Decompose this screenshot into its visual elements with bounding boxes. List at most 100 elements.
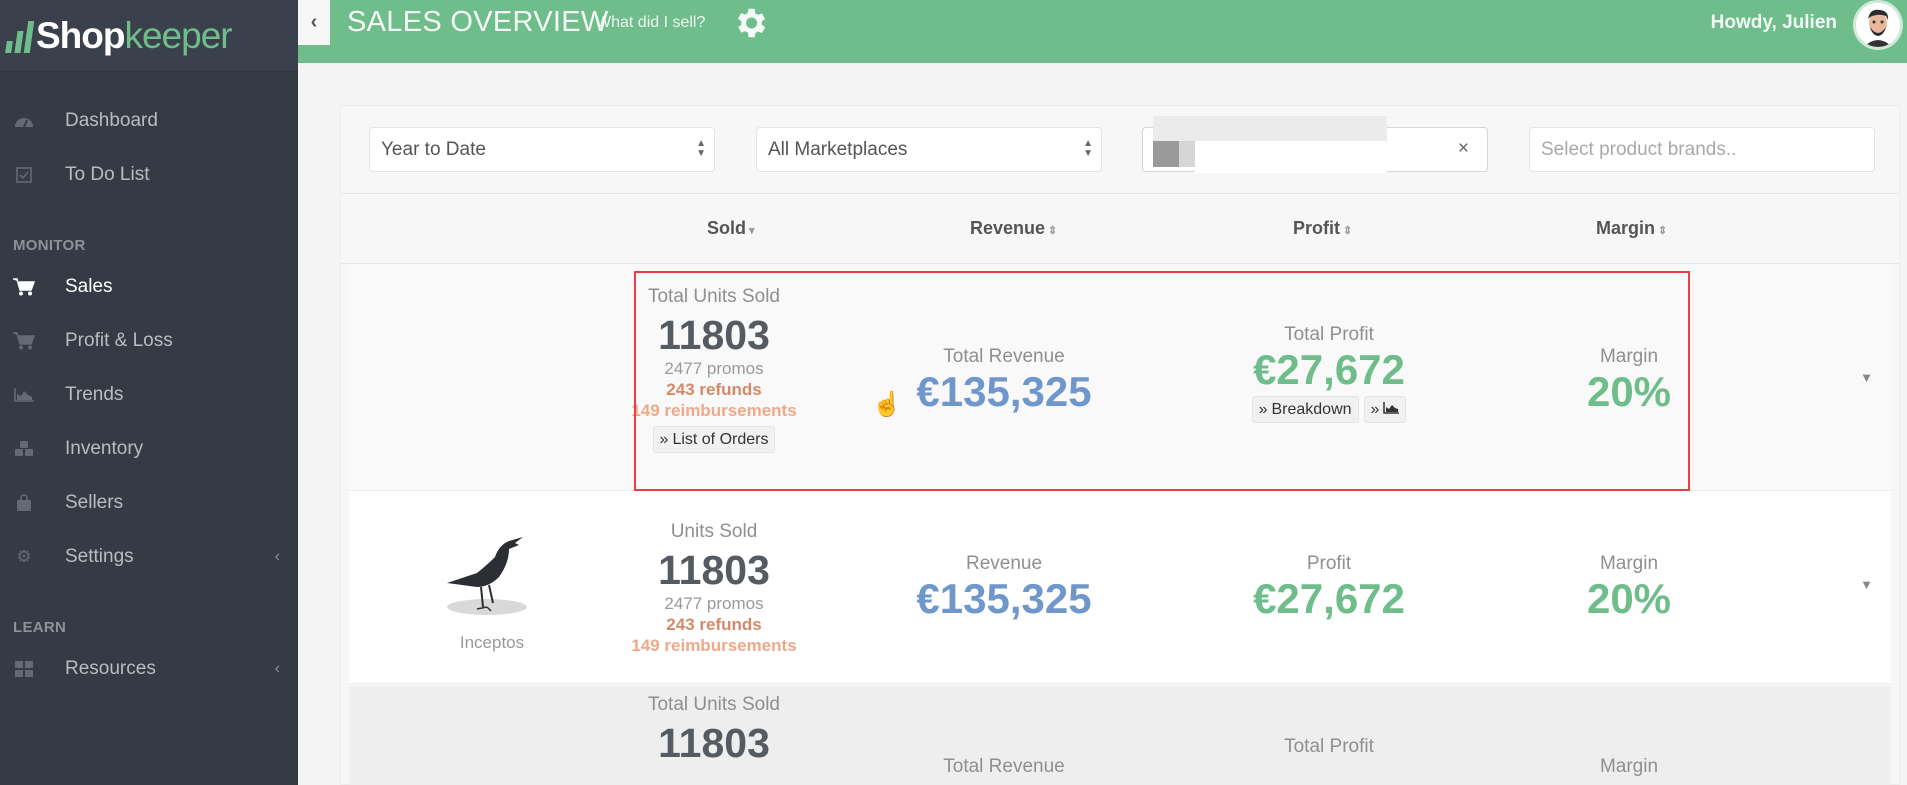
sidebar-item-todo[interactable]: To Do List <box>0 148 298 202</box>
column-label: Sold <box>707 218 746 238</box>
user-greeting[interactable]: Howdy, Julien <box>1711 12 1837 34</box>
sidebar-item-profit-loss[interactable]: Profit & Loss <box>0 314 298 368</box>
column-label: Margin <box>1596 218 1656 238</box>
sort-desc-icon: ▾ <box>749 225 755 237</box>
cart-icon <box>13 276 35 298</box>
area-chart-icon <box>1383 401 1400 419</box>
redacted-block <box>1153 116 1387 142</box>
total-revenue-label: Total Revenue <box>943 756 1065 777</box>
chevron-left-icon: ‹ <box>274 660 280 677</box>
sidebar-item-sales[interactable]: Sales <box>0 260 298 314</box>
total-margin-value: 20% <box>1586 368 1672 415</box>
sidebar-item-label: Dashboard <box>65 110 158 131</box>
sales-card: Year to Date ▲ ▼ All Marketplaces ▲ ▼ × Se… <box>340 105 1900 785</box>
total-profit-cell: Total Profit €27,672 » Breakdown » <box>1209 324 1449 423</box>
marketplace-select-value: All Marketplaces <box>768 138 908 160</box>
units-label: Units Sold <box>670 521 758 542</box>
button-label: Breakdown <box>1271 400 1352 418</box>
breakdown-button[interactable]: » Breakdown <box>1251 396 1359 423</box>
clear-selection-button[interactable]: × <box>1458 138 1469 160</box>
product-row[interactable]: Inceptos Units Sold 11803 2477 promos 24… <box>349 491 1891 684</box>
marketplace-select[interactable]: All Marketplaces ▲ ▼ <box>756 127 1102 172</box>
sidebar-item-dashboard[interactable]: Dashboard <box>0 94 298 148</box>
hand-cursor-icon: ☝ <box>872 391 902 418</box>
sidebar-item-label: Trends <box>65 384 124 405</box>
double-chevron-down-icon: » <box>1370 400 1380 418</box>
total-profit-label: Total Profit <box>1284 324 1374 345</box>
refunds-count: 243 refunds <box>666 380 762 399</box>
select-arrows-icon: ▲ ▼ <box>1083 138 1093 159</box>
chevron-left-icon: ‹ <box>310 11 318 33</box>
dashboard-icon <box>13 110 35 132</box>
totals-row: Total Units Sold 11803 2477 promos 243 r… <box>349 264 1891 491</box>
column-margin[interactable]: Margin ⇕ <box>1596 218 1667 239</box>
sidebar-item-resources[interactable]: Resources ‹ <box>0 642 298 696</box>
sidebar-item-label: Settings <box>65 546 134 567</box>
brands-select[interactable]: Select product brands.. <box>1529 127 1875 172</box>
sidebar-item-label: To Do List <box>65 164 150 185</box>
column-revenue[interactable]: Revenue ⇕ <box>970 218 1057 239</box>
total-profit-label: Total Profit <box>1284 736 1374 757</box>
sidebar-nav: Dashboard To Do List MONITOR Sales Profi… <box>0 72 298 696</box>
page-subtitle: What did I sell? <box>596 14 706 31</box>
gear-icon[interactable] <box>731 4 769 42</box>
total-units-cell: Total Units Sold 11803 <box>599 694 829 766</box>
revenue-value: €135,325 <box>916 575 1092 622</box>
topbar: ‹ SALES OVERVIEW What did I sell? Howdy,… <box>298 0 1907 63</box>
expand-caret-icon[interactable]: ▼ <box>1860 370 1873 385</box>
sort-icon: ⇕ <box>1343 225 1353 237</box>
sidebar-item-settings[interactable]: ⚙ Settings ‹ <box>0 530 298 584</box>
sidebar-item-label: Inventory <box>65 438 144 459</box>
logo[interactable]: Shopkeeper <box>0 0 298 72</box>
margin-cell: Margin 20% <box>1559 553 1699 623</box>
period-select-value: Year to Date <box>381 138 486 160</box>
sidebar-item-label: Resources <box>65 658 156 679</box>
reimbursements-count: 149 reimbursements <box>631 401 797 420</box>
sidebar-item-label: Sellers <box>65 492 124 513</box>
sort-icon: ⇕ <box>1658 225 1668 237</box>
total-margin-label: Margin <box>1599 346 1659 367</box>
total-margin-cell: Margin 20% <box>1559 346 1699 416</box>
total-units-label: Total Units Sold <box>647 286 780 307</box>
column-headers: Sold ▾ Revenue ⇕ Profit ⇕ Margin ⇕ <box>341 194 1899 264</box>
total-revenue-cell: Total Revenue <box>904 756 1104 778</box>
logo-text-keeper: keeper <box>124 14 232 56</box>
promos-count: 2477 promos <box>664 594 764 613</box>
gear-icon: ⚙ <box>16 547 32 566</box>
total-margin-cell: Margin <box>1559 756 1699 778</box>
page-title: SALES OVERVIEW <box>347 6 609 38</box>
total-margin-label: Margin <box>1599 756 1659 777</box>
period-select[interactable]: Year to Date ▲ ▼ <box>369 127 715 172</box>
total-profit-cell: Total Profit <box>1209 736 1449 758</box>
product-select[interactable]: × <box>1142 116 1488 173</box>
column-label: Profit <box>1293 218 1340 238</box>
units-value: 11803 <box>658 547 770 593</box>
avatar[interactable] <box>1853 0 1903 50</box>
column-sold[interactable]: Sold ▾ <box>707 218 755 239</box>
column-profit[interactable]: Profit ⇕ <box>1293 218 1352 239</box>
column-label: Revenue <box>970 218 1046 238</box>
profit-chart-button[interactable]: » <box>1363 396 1407 423</box>
sidebar-toggle-button[interactable]: ‹ <box>298 0 330 45</box>
logo-bars-icon <box>5 19 35 53</box>
totals-row-repeat: Total Units Sold 11803 Total Revenue Tot… <box>349 686 1891 785</box>
double-chevron-down-icon: » <box>659 430 669 448</box>
revenue-label: Revenue <box>965 553 1043 574</box>
list-of-orders-button[interactable]: » List of Orders <box>652 426 776 453</box>
profit-label: Profit <box>1306 553 1352 574</box>
chevron-left-icon: ‹ <box>274 548 280 565</box>
expand-caret-icon[interactable]: ▼ <box>1860 577 1873 592</box>
sidebar-item-sellers[interactable]: Sellers <box>0 476 298 530</box>
shopping-bag-icon <box>13 492 35 514</box>
refunds-count: 243 refunds <box>666 615 762 634</box>
brands-select-placeholder: Select product brands.. <box>1541 138 1737 160</box>
total-revenue-label: Total Revenue <box>943 346 1065 367</box>
checkbox-icon <box>13 164 35 186</box>
total-units-value: 11803 <box>658 312 770 358</box>
sidebar-item-inventory[interactable]: Inventory <box>0 422 298 476</box>
sidebar-item-trends[interactable]: Trends <box>0 368 298 422</box>
reimbursements-count: 149 reimbursements <box>631 636 797 655</box>
total-units-cell: Total Units Sold 11803 2477 promos 243 r… <box>599 286 829 453</box>
logo-text: Shopkeeper <box>36 14 233 57</box>
redacted-block <box>1179 141 1195 167</box>
